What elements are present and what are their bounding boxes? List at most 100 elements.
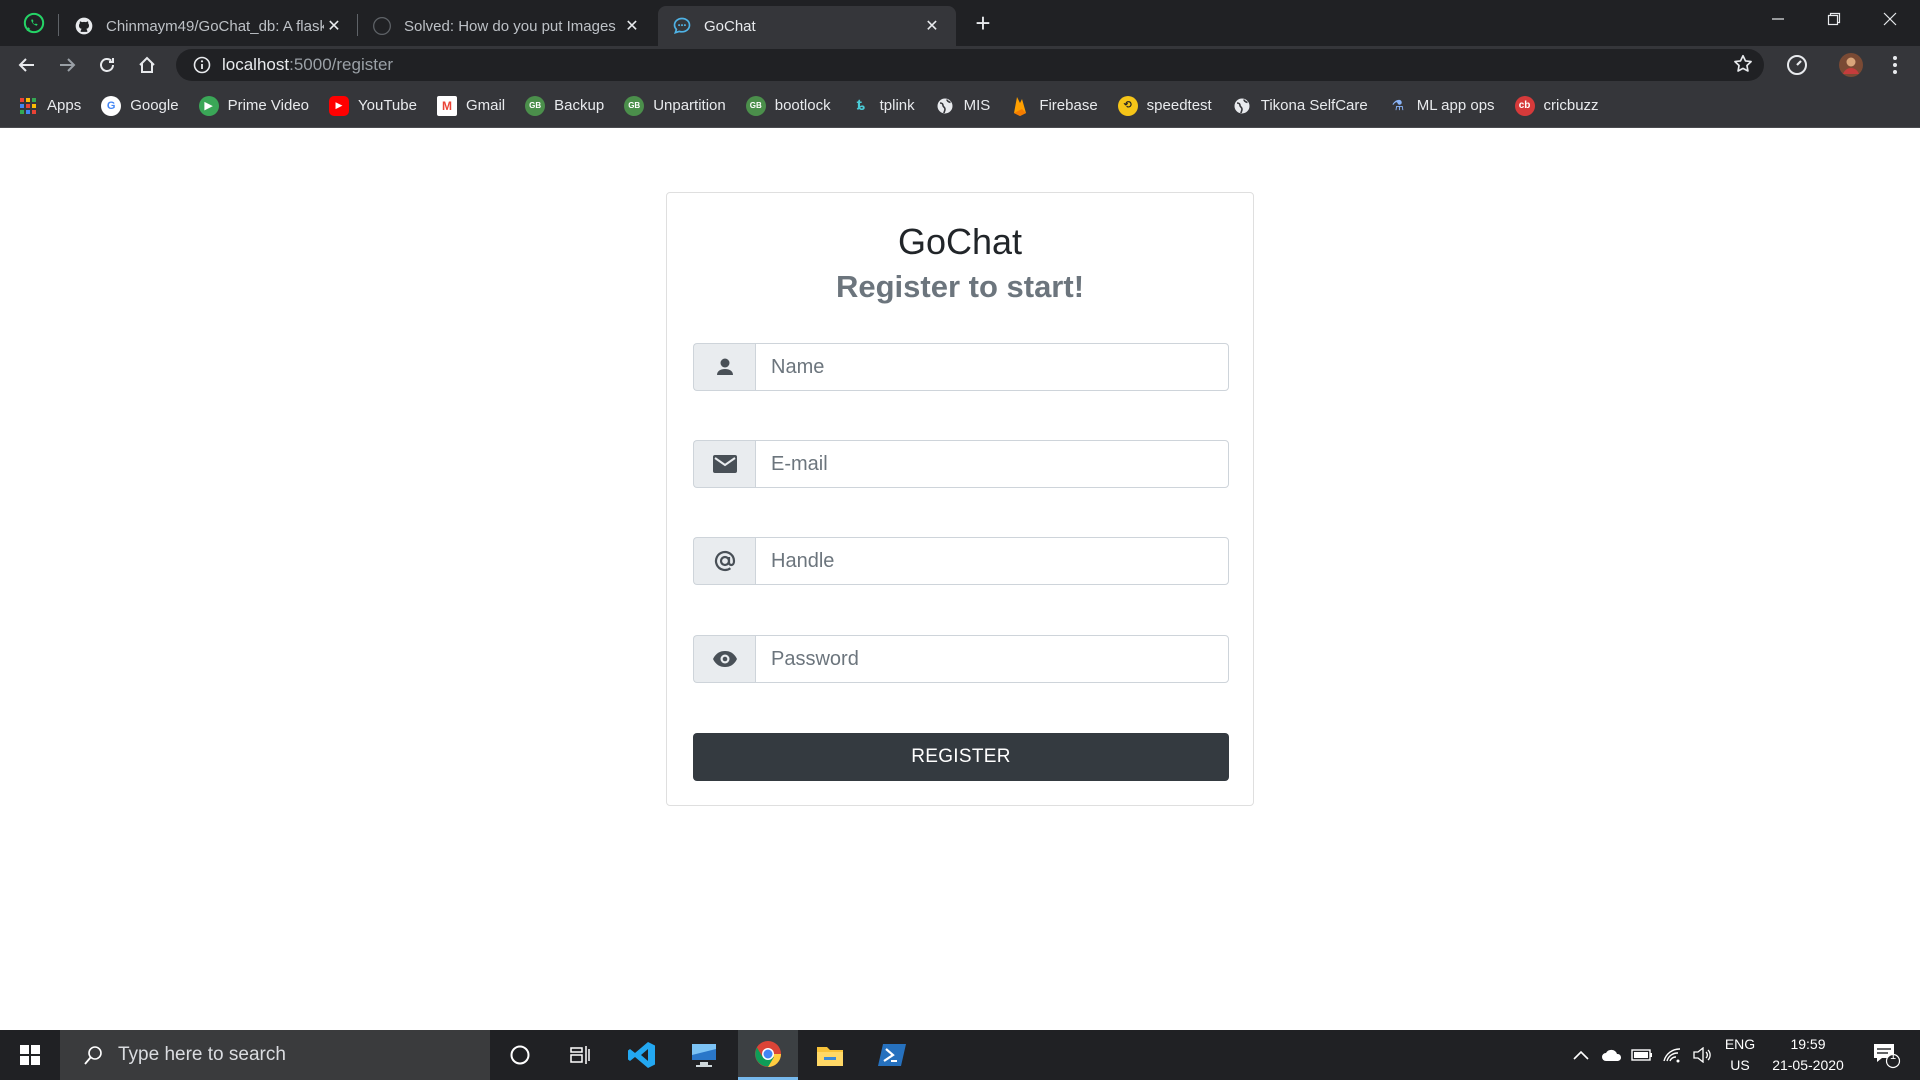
register-button[interactable]: REGISTER (693, 733, 1229, 781)
bookmark-prime-video[interactable]: ▶ Prime Video (198, 95, 310, 116)
bookmark-ml-app-ops[interactable]: ⚗ ML app ops (1388, 96, 1495, 116)
file-explorer-button[interactable] (800, 1030, 860, 1080)
notification-count: 1 (1890, 1050, 1897, 1062)
bookmark-label: tplink (879, 97, 915, 114)
onedrive-tray[interactable] (1598, 1030, 1626, 1080)
language-indicator[interactable]: ENG US (1720, 1030, 1760, 1080)
bookmark-label: Tikona SelfCare (1260, 97, 1368, 114)
task-view-icon (570, 1046, 590, 1064)
close-tab-icon[interactable]: ✕ (622, 16, 642, 36)
envelope-icon (712, 455, 737, 473)
close-window-button[interactable] (1862, 0, 1918, 38)
star-icon (1734, 54, 1752, 72)
bookmark-youtube[interactable]: ▶ YouTube (329, 95, 417, 116)
battery-tray[interactable] (1628, 1030, 1656, 1080)
file-explorer-icon (817, 1047, 843, 1066)
chat-icon (673, 17, 691, 34)
web-app-icon: GB (745, 95, 766, 116)
site-info-button[interactable] (182, 56, 222, 74)
google-icon: G (101, 95, 122, 116)
tab-stackoverflow[interactable]: Solved: How do you put Images ✕ (358, 6, 656, 46)
bookmark-label: Google (130, 97, 179, 114)
bookmark-google[interactable]: G Google (101, 95, 179, 116)
action-center-button[interactable]: 1 (1862, 1030, 1910, 1080)
back-button[interactable] (11, 49, 43, 81)
bookmark-tplink[interactable]: ȶ tplink (851, 96, 915, 116)
bookmark-label: Apps (47, 97, 82, 114)
password-addon[interactable] (693, 635, 755, 683)
browser-tab-strip: Chinmaym49/GoChat_db: A flask ✕ Solved: … (0, 0, 1920, 46)
web-app-icon: GB (624, 95, 645, 116)
bookmark-apps[interactable]: Apps (18, 96, 81, 116)
bookmark-mis[interactable]: MIS (935, 96, 990, 116)
firebase-icon (1010, 96, 1030, 116)
page-content: GoChat Register to start! R (0, 128, 1920, 1030)
bookmark-tikona[interactable]: Tikona SelfCare (1232, 96, 1368, 116)
restore-button[interactable] (1806, 0, 1862, 38)
chrome-button[interactable] (738, 1030, 798, 1080)
bookmark-star-button[interactable] (1732, 53, 1754, 80)
extension-button[interactable] (1781, 49, 1813, 81)
volume-tray[interactable] (1688, 1030, 1716, 1080)
password-input[interactable] (755, 635, 1229, 683)
url-path: :5000/register (289, 55, 394, 74)
chevron-up-icon (1573, 1050, 1589, 1060)
notification-icon (1874, 1044, 1901, 1069)
pinned-tab-whatsapp[interactable] (12, 8, 56, 38)
vscode-icon (628, 1042, 655, 1068)
tab-github-repo[interactable]: Chinmaym49/GoChat_db: A flask ✕ (60, 6, 358, 46)
home-button[interactable] (131, 49, 163, 81)
bookmark-label: Unpartition (653, 97, 726, 114)
vscode-button[interactable] (612, 1030, 672, 1080)
email-addon (693, 440, 755, 488)
name-addon (693, 343, 755, 391)
show-hidden-icons-button[interactable] (1568, 1030, 1594, 1080)
clock[interactable]: 19:59 21-05-2020 (1766, 1030, 1850, 1080)
minimize-icon (1772, 18, 1784, 20)
bookmark-speedtest[interactable]: ⟲ speedtest (1117, 95, 1212, 116)
language-text: ENG US (1725, 1034, 1755, 1076)
powershell-button[interactable] (862, 1030, 922, 1080)
wifi-tray[interactable] (1658, 1030, 1686, 1080)
bookmark-label: Prime Video (227, 97, 310, 114)
search-placeholder: Type here to search (118, 1044, 286, 1065)
forward-button[interactable] (51, 49, 83, 81)
github-icon (373, 17, 391, 35)
close-tab-icon[interactable]: ✕ (324, 16, 344, 36)
email-input[interactable] (755, 440, 1229, 488)
address-bar[interactable]: localhost:5000/register (176, 49, 1764, 81)
reload-button[interactable] (91, 49, 123, 81)
minimize-button[interactable] (1750, 0, 1806, 38)
start-button[interactable] (0, 1030, 60, 1080)
bookmark-gmail[interactable]: M Gmail (436, 95, 505, 116)
tab-title: Solved: How do you put Images (404, 17, 616, 35)
browser-menu-button[interactable] (1879, 49, 1911, 81)
bookmark-label: ML app ops (1416, 97, 1495, 114)
bookmark-backup[interactable]: GB Backup (525, 95, 605, 116)
close-tab-icon[interactable]: ✕ (922, 16, 942, 36)
handle-input[interactable] (755, 537, 1229, 585)
at-sign-icon (714, 550, 735, 572)
remote-desktop-button[interactable] (674, 1030, 734, 1080)
bookmark-label: YouTube (358, 97, 417, 114)
tab-separator (58, 14, 59, 36)
gmail-icon: M (436, 95, 457, 116)
taskbar-search-box[interactable]: Type here to search (60, 1030, 490, 1080)
name-input[interactable] (755, 343, 1229, 391)
bookmark-firebase[interactable]: Firebase (1010, 96, 1098, 116)
bookmark-cricbuzz[interactable]: cb cricbuzz (1514, 95, 1599, 116)
profile-button[interactable] (1835, 49, 1867, 81)
new-tab-button[interactable]: + (968, 8, 998, 38)
tab-gochat[interactable]: GoChat ✕ (658, 6, 956, 46)
wifi-icon (1663, 1048, 1681, 1063)
url-host: localhost (222, 55, 290, 74)
language-line1: ENG (1724, 1036, 1756, 1052)
task-view-button[interactable] (550, 1030, 610, 1080)
email-field-group (693, 440, 1229, 488)
user-icon (716, 358, 733, 375)
language-line2: US (1730, 1057, 1750, 1073)
bookmark-bootlock[interactable]: GB bootlock (745, 95, 831, 116)
bookmark-label: Backup (554, 97, 605, 114)
bookmark-unpartition[interactable]: GB Unpartition (624, 95, 726, 116)
cortana-button[interactable] (490, 1030, 550, 1080)
